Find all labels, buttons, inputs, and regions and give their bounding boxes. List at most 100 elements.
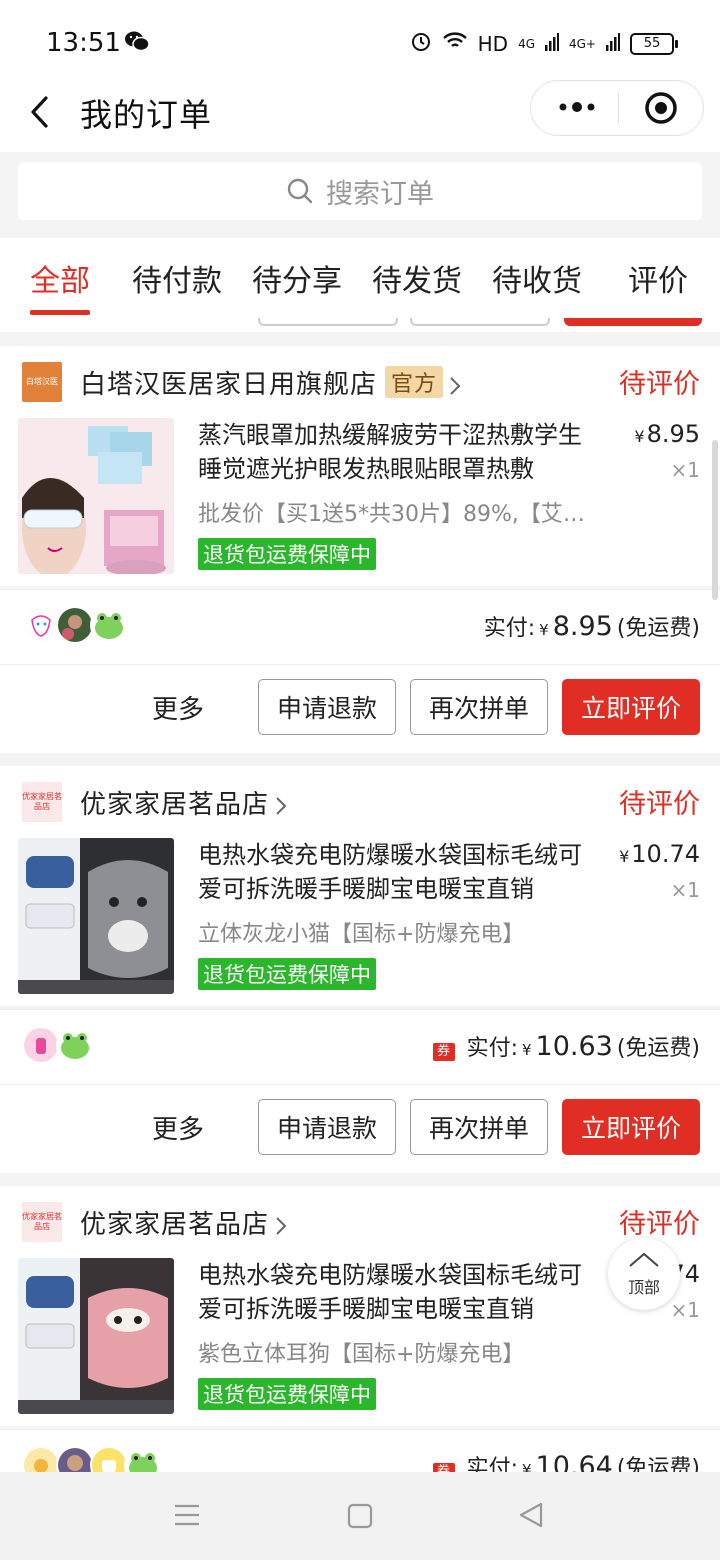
shop-logo: 白塔汉医 bbox=[22, 362, 62, 402]
avatar bbox=[22, 1446, 60, 1472]
product-quantity: ×1 bbox=[670, 1298, 700, 1322]
avatar bbox=[56, 606, 94, 644]
hot-water-bag-product-photo bbox=[18, 1258, 174, 1414]
product-spec: 批发价【买1送5*共30片】89%,【艾… bbox=[198, 502, 585, 527]
guarantee-badge: 退货包运费保障中 bbox=[198, 538, 376, 570]
product-price: ¥10.74 bbox=[619, 840, 700, 868]
product-image[interactable] bbox=[18, 1258, 174, 1414]
review-button[interactable]: 立即评价 bbox=[562, 679, 700, 735]
product-quantity: ×1 bbox=[670, 878, 700, 902]
order-status: 待评价 bbox=[619, 369, 700, 400]
search-icon bbox=[287, 178, 313, 204]
paid-total: 实付: ¥8.95 (免运费) bbox=[484, 610, 700, 642]
more-button[interactable]: 更多 bbox=[152, 689, 204, 726]
refund-button[interactable]: 申请退款 bbox=[258, 1099, 396, 1155]
shop-name[interactable]: 优家家居茗品店 bbox=[80, 784, 287, 821]
system-back-button[interactable] bbox=[516, 1500, 546, 1534]
paid-amount: 8.95 bbox=[552, 611, 613, 642]
avatar bbox=[22, 1026, 60, 1064]
page-title: 我的订单 bbox=[80, 96, 213, 134]
order-card[interactable]: 白塔汉医 白塔汉医居家日用旗舰店 官方 待评价 蒸汽眼罩加热缓解疲劳干涩热敷学生睡… bbox=[0, 346, 720, 586]
official-tag: 官方 bbox=[385, 366, 444, 398]
back-to-top-label: 顶部 bbox=[627, 1278, 660, 1297]
more-options-button[interactable] bbox=[557, 97, 597, 121]
price-currency: ¥ bbox=[619, 847, 630, 866]
close-miniapp-button[interactable] bbox=[644, 91, 678, 129]
product-title[interactable]: 电热水袋充电防爆暖水袋国标毛绒可爱可拆洗暖手暖脚宝电暖宝直销 bbox=[198, 1258, 593, 1326]
shop-name[interactable]: 白塔汉医居家日用旗舰店 官方 bbox=[80, 364, 461, 401]
product-image[interactable] bbox=[18, 838, 174, 994]
wifi-icon bbox=[442, 31, 468, 56]
order-card[interactable]: 优家家居茗品店 优家家居茗品店 待评价 电热水袋充电防爆暖水袋国标毛绒可爱可拆洗… bbox=[0, 1186, 720, 1426]
order-status: 待评价 bbox=[619, 1209, 700, 1240]
order-card[interactable]: 优家家居茗品店 优家家居茗品店 待评价 电热水袋充电防爆暖水袋国标毛绒可爱可拆洗… bbox=[0, 766, 720, 1006]
alarm-icon bbox=[410, 30, 432, 57]
paid-currency: ¥ bbox=[521, 1041, 532, 1059]
order-summary: 券实付: ¥10.63 (免运费) bbox=[0, 1010, 720, 1084]
tab-pending-payment[interactable]: 待付款 bbox=[132, 256, 222, 300]
paid-label: 实付: bbox=[466, 1036, 518, 1061]
chevron-right-icon bbox=[450, 376, 461, 395]
back-button[interactable] bbox=[28, 92, 52, 136]
more-button[interactable]: 更多 bbox=[152, 1109, 204, 1146]
previous-order-peek bbox=[0, 318, 720, 332]
shipping-note: (免运费) bbox=[616, 1036, 700, 1061]
product-title[interactable]: 电热水袋充电防爆暖水袋国标毛绒可爱可拆洗暖手暖脚宝电暖宝直销 bbox=[198, 838, 593, 906]
avatar bbox=[56, 1446, 94, 1472]
shop-name-text: 白塔汉医居家日用旗舰店 bbox=[80, 370, 378, 400]
product-title[interactable]: 蒸汽眼罩加热缓解疲劳干涩热敷学生睡觉遮光护眼发热眼贴眼罩热敷 bbox=[198, 418, 593, 486]
product-price: ¥8.95 bbox=[634, 420, 700, 448]
avatar bbox=[90, 1446, 128, 1472]
product-spec: 立体灰龙小猫【国标+防爆充电】 bbox=[198, 922, 525, 947]
group-avatars bbox=[22, 1026, 94, 1064]
order-tabs: 全部 待付款 待分享 待发货 待收货 评价 bbox=[0, 238, 720, 318]
triangle-back-icon bbox=[519, 1502, 543, 1528]
signal-4gplus-label: 4G+ bbox=[569, 36, 596, 51]
menu-button[interactable] bbox=[172, 1502, 202, 1532]
order-summary: 实付: ¥8.95 (免运费) bbox=[0, 590, 720, 664]
product-image[interactable] bbox=[18, 418, 174, 574]
shop-name[interactable]: 优家家居茗品店 bbox=[80, 1204, 287, 1241]
active-tab-indicator bbox=[30, 310, 90, 315]
tab-all[interactable]: 全部 bbox=[30, 256, 90, 300]
product-spec: 紫色立体耳狗【国标+防爆充电】 bbox=[198, 1342, 525, 1367]
avatar bbox=[124, 1446, 162, 1472]
chevron-right-icon bbox=[276, 1216, 287, 1235]
refund-button[interactable]: 申请退款 bbox=[258, 679, 396, 735]
rebuy-button[interactable]: 再次拼单 bbox=[410, 1099, 548, 1155]
peek-button bbox=[564, 318, 702, 326]
paid-amount: 10.64 bbox=[535, 1451, 613, 1472]
order-status: 待评价 bbox=[619, 789, 700, 820]
coupon-icon: 券 bbox=[432, 1463, 455, 1472]
signal-4g-label: 4G bbox=[518, 36, 535, 51]
group-avatars bbox=[22, 1446, 162, 1472]
group-avatars bbox=[22, 606, 128, 644]
peek-button bbox=[258, 318, 398, 326]
status-icons: HD 4G 4G+ 55 bbox=[410, 30, 678, 57]
guarantee-badge: 退货包运费保障中 bbox=[198, 958, 376, 990]
scrollbar[interactable] bbox=[712, 440, 718, 600]
review-button[interactable]: 立即评价 bbox=[562, 1099, 700, 1155]
system-nav-bar bbox=[0, 1472, 720, 1560]
avatar bbox=[22, 606, 60, 644]
avatar bbox=[90, 606, 128, 644]
signal-icon bbox=[606, 32, 620, 56]
home-button[interactable] bbox=[346, 1502, 374, 1534]
nav-header: 我的订单 bbox=[0, 80, 720, 152]
more-dots-icon bbox=[559, 102, 595, 112]
tab-pending-shipment[interactable]: 待发货 bbox=[372, 256, 462, 300]
tab-pending-receipt[interactable]: 待收货 bbox=[492, 256, 582, 300]
avatar bbox=[56, 1026, 94, 1064]
chevron-right-icon bbox=[276, 796, 287, 815]
peek-button bbox=[410, 318, 550, 326]
rebuy-button[interactable]: 再次拼单 bbox=[410, 679, 548, 735]
price-value: 10.74 bbox=[631, 840, 700, 868]
product-quantity: ×1 bbox=[670, 458, 700, 482]
search-input[interactable]: 搜索订单 bbox=[18, 162, 702, 220]
back-to-top-button[interactable]: 顶部 bbox=[608, 1238, 680, 1310]
tab-pending-share[interactable]: 待分享 bbox=[252, 256, 342, 300]
tab-review[interactable]: 评价 bbox=[628, 256, 688, 300]
order-actions: 更多 申请退款 再次拼单 立即评价 bbox=[0, 1085, 720, 1173]
chevron-left-icon bbox=[31, 96, 48, 128]
shop-logo: 优家家居茗品店 bbox=[22, 782, 62, 822]
